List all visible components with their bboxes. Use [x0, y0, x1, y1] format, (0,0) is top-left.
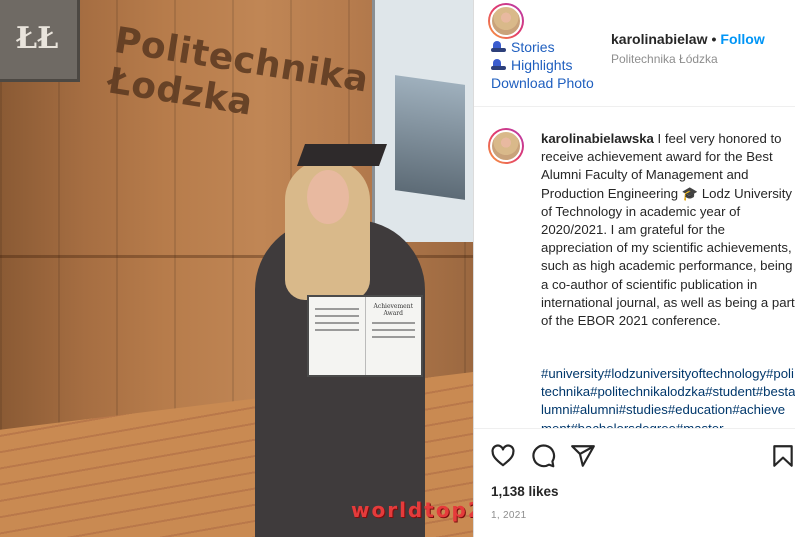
- caption-area[interactable]: karolinabielawska I feel very honored to…: [474, 108, 795, 428]
- download-extension-menu: Stories Highlights Download Photo: [491, 38, 594, 92]
- caption-username[interactable]: karolinabielawska: [541, 131, 654, 146]
- share-icon[interactable]: [570, 443, 596, 469]
- caption-text: karolinabielawska I feel very honored to…: [541, 130, 795, 330]
- action-bar: [474, 428, 795, 482]
- bookmark-icon[interactable]: [770, 443, 795, 469]
- graduation-cap-icon: [491, 40, 507, 54]
- like-count[interactable]: 1,138 likes: [491, 484, 559, 499]
- download-photo-label: Download Photo: [491, 75, 594, 91]
- watermark: worldtop2.com: [351, 498, 473, 522]
- separator-dot: •: [711, 31, 717, 47]
- highlights-label: Highlights: [511, 57, 573, 73]
- caption-body: I feel very honored to receive achieveme…: [541, 131, 795, 329]
- follow-button[interactable]: Follow: [720, 31, 764, 47]
- caption-avatar[interactable]: [488, 128, 524, 164]
- graduation-cap-icon: [491, 58, 507, 72]
- download-photo-link[interactable]: Download Photo: [491, 74, 594, 92]
- achievement-diploma: Achievement Award: [307, 295, 423, 377]
- university-crest: ŁŁ: [0, 0, 80, 82]
- post-sidebar: Stories Highlights Download Photo karoli…: [473, 0, 795, 537]
- mortarboard-cap: [296, 144, 388, 166]
- comment-icon[interactable]: [530, 443, 556, 469]
- username-link[interactable]: karolinabielaw: [611, 31, 707, 47]
- hashtags[interactable]: #university#lodzuniversityoftechnology#p…: [541, 365, 795, 428]
- stories-link[interactable]: Stories: [491, 38, 594, 56]
- post-header: Stories Highlights Download Photo karoli…: [474, 0, 795, 107]
- face: [307, 170, 349, 224]
- location-link[interactable]: Politechnika Łódzka: [611, 52, 718, 66]
- username-row: karolinabielaw • Follow: [611, 31, 765, 47]
- post-photo[interactable]: ŁŁ Politechnika Łodzka Achievement Award…: [0, 0, 473, 537]
- profile-avatar[interactable]: [488, 3, 524, 39]
- diploma-heading: Achievement Award: [373, 303, 413, 317]
- stories-label: Stories: [511, 39, 555, 55]
- highlights-link[interactable]: Highlights: [491, 56, 594, 74]
- heart-icon[interactable]: [490, 443, 516, 469]
- post-date: 1, 2021: [491, 510, 527, 521]
